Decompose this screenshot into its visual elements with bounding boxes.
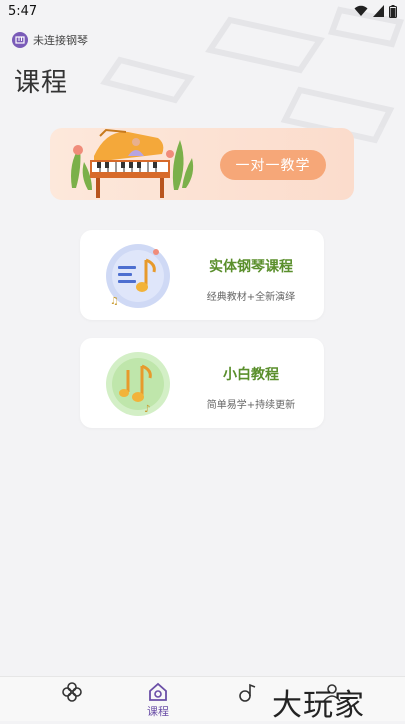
svg-text:♪: ♪ [144,404,150,415]
watermark: 大玩家 [272,688,365,723]
piano-connection-label: 未连接钢琴 [33,34,88,47]
piano-icon [12,32,28,48]
nav-item-music[interactable] [228,681,268,703]
battery-icon [389,4,397,18]
card-subtitle: 经典教材+全新演绎 [206,292,296,303]
course-icon [149,682,167,701]
flower-icon [62,682,82,702]
signal-icon [373,5,384,17]
status-time: 5:47 [8,3,38,19]
music-note-icon: ♫ [106,244,170,308]
piano-connection-status[interactable]: 未连接钢琴 [12,32,88,48]
one-on-one-banner[interactable]: 一对一教学 [50,128,354,200]
card-title: 小白教程 [223,367,279,383]
svg-text:♫: ♫ [110,296,119,307]
wifi-icon [354,5,368,16]
physical-piano-course-card[interactable]: ♫ 实体钢琴课程 经典教材+全新演绎 [80,230,324,320]
nav-item-course[interactable]: 课程 [138,681,178,719]
nav-item-course-label: 课程 [147,705,169,718]
piano-illustration [71,128,194,198]
one-on-one-button[interactable]: 一对一教学 [220,150,326,180]
nav-item-home[interactable] [52,681,92,703]
status-icons [354,4,397,18]
card-subtitle: 简单易学+持续更新 [206,400,296,411]
beginner-course-card[interactable]: ♪ 小白教程 简单易学+持续更新 [80,338,324,428]
music-notes-icon: ♪ [106,352,170,416]
status-bar: 5:47 [0,0,405,22]
card-title: 实体钢琴课程 [209,259,293,275]
music-icon [239,683,256,702]
page-title: 课程 [14,68,69,98]
